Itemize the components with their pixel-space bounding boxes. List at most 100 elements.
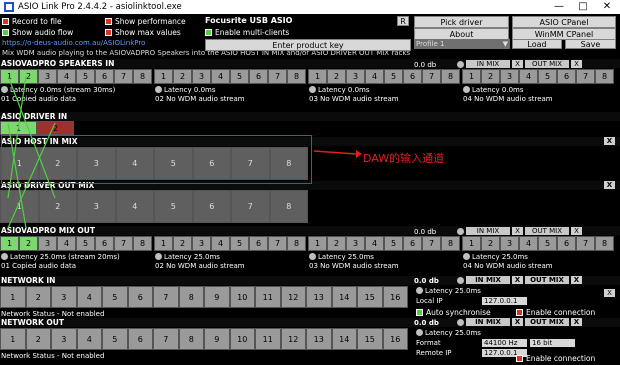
network-in-out-mix-button[interactable]: OUT MIX: [525, 276, 569, 284]
close-icon[interactable]: ✕: [596, 0, 618, 14]
mixout-channel[interactable]: 5: [230, 236, 249, 251]
mixout-channel[interactable]: 6: [403, 236, 422, 251]
driver_out-channel[interactable]: 7: [231, 190, 270, 223]
mixout-channel[interactable]: 8: [287, 236, 306, 251]
network-out-in-mix-button[interactable]: IN MIX: [466, 318, 510, 326]
network_in-channel[interactable]: 1: [0, 286, 26, 308]
speakers-out-mix-button[interactable]: OUT MIX: [525, 60, 569, 68]
network-in-volume-knob[interactable]: [457, 277, 464, 284]
speakers-channel[interactable]: 7: [576, 69, 595, 84]
network-in-x-button[interactable]: X: [512, 276, 523, 284]
auto-sync-option[interactable]: Auto synchronise: [416, 307, 491, 317]
load-button[interactable]: Load: [512, 39, 562, 49]
mixout-channel[interactable]: 4: [365, 236, 384, 251]
network_out-channel[interactable]: 1: [0, 328, 26, 350]
mixout-volume-knob[interactable]: [457, 228, 464, 235]
speakers-channel[interactable]: 7: [268, 69, 287, 84]
network-in-close-button[interactable]: X: [604, 289, 615, 297]
chevron-down-icon[interactable]: ▼: [503, 39, 508, 49]
mixout-channel[interactable]: 2: [173, 236, 192, 251]
network_in-channel[interactable]: 6: [127, 286, 153, 308]
network-in-out-x-button[interactable]: X: [571, 276, 582, 284]
network-in-latency-knob[interactable]: [416, 287, 423, 294]
network_out-channel[interactable]: 11: [255, 328, 281, 350]
network_out-channel[interactable]: 5: [102, 328, 128, 350]
record-checkbox[interactable]: [2, 17, 9, 25]
speakers-channel[interactable]: 2: [173, 69, 192, 84]
network_in-channel[interactable]: 14: [331, 286, 357, 308]
network_in-channel[interactable]: 7: [153, 286, 179, 308]
maximize-icon[interactable]: □: [572, 0, 594, 14]
driver-out-close-button[interactable]: X: [604, 181, 615, 189]
mixout-x-button[interactable]: X: [512, 227, 523, 235]
mixout-channel[interactable]: 6: [95, 236, 114, 251]
speakers-latency-knob[interactable]: [155, 86, 162, 93]
mixout-channel[interactable]: 1: [154, 236, 173, 251]
mixout-channel[interactable]: 1: [462, 236, 481, 251]
speakers-latency-knob[interactable]: [309, 86, 316, 93]
mixout-channel[interactable]: 7: [576, 236, 595, 251]
network_in-channel[interactable]: 11: [255, 286, 281, 308]
minimize-icon[interactable]: —: [548, 0, 570, 14]
mixout-channel[interactable]: 3: [192, 236, 211, 251]
network-in-enable-checkbox[interactable]: [516, 308, 523, 316]
network_in-channel[interactable]: 16: [382, 286, 408, 308]
speakers-channel[interactable]: 4: [211, 69, 230, 84]
mixout-channel[interactable]: 5: [384, 236, 403, 251]
network_out-channel[interactable]: 4: [76, 328, 102, 350]
network-in-in-mix-button[interactable]: IN MIX: [466, 276, 510, 284]
network_out-channel[interactable]: 6: [127, 328, 153, 350]
network_out-channel[interactable]: 12: [280, 328, 306, 350]
mixout-channel[interactable]: 6: [557, 236, 576, 251]
speakers-channel[interactable]: 1: [462, 69, 481, 84]
mixout-channel[interactable]: 8: [133, 236, 152, 251]
network_out-channel[interactable]: 13: [306, 328, 332, 350]
show-audio-flow-option[interactable]: Show audio flow: [2, 27, 73, 37]
network_in-channel[interactable]: 15: [357, 286, 383, 308]
network-out-latency-knob[interactable]: [416, 329, 423, 336]
mixout-channel[interactable]: 3: [38, 236, 57, 251]
network_in-channel[interactable]: 2: [25, 286, 51, 308]
mixout-channel[interactable]: 1: [0, 236, 19, 251]
mixout-channel[interactable]: 8: [441, 236, 460, 251]
network_in-channel[interactable]: 5: [102, 286, 128, 308]
network_out-channel[interactable]: 16: [382, 328, 408, 350]
speakers-channel[interactable]: 3: [192, 69, 211, 84]
speakers-channel[interactable]: 5: [538, 69, 557, 84]
mixout-channel[interactable]: 2: [327, 236, 346, 251]
network_in-channel[interactable]: 13: [306, 286, 332, 308]
network-out-enable-option[interactable]: Enable connection: [516, 353, 595, 363]
mixout-channel[interactable]: 1: [308, 236, 327, 251]
speakers-channel[interactable]: 4: [519, 69, 538, 84]
speakers-channel[interactable]: 5: [384, 69, 403, 84]
speakers-channel[interactable]: 5: [230, 69, 249, 84]
record-to-file-option[interactable]: Record to file: [2, 16, 62, 26]
format-bits-select[interactable]: 16 bit: [530, 339, 575, 347]
network-out-out-x-button[interactable]: X: [571, 318, 582, 326]
speakers-channel[interactable]: 6: [249, 69, 268, 84]
speakers-channel[interactable]: 2: [481, 69, 500, 84]
show-audio-flow-checkbox[interactable]: [2, 28, 9, 36]
enable-multi-clients-option[interactable]: Enable multi-clients: [205, 27, 289, 37]
asio-cpanel-button[interactable]: ASIO CPanel: [512, 16, 616, 28]
host-in-close-button[interactable]: X: [604, 137, 615, 145]
network_out-channel[interactable]: 7: [153, 328, 179, 350]
mixout-channel[interactable]: 5: [76, 236, 95, 251]
mixout-channel[interactable]: 4: [57, 236, 76, 251]
show-max-values-checkbox[interactable]: [105, 28, 112, 36]
mixout-channel[interactable]: 3: [500, 236, 519, 251]
network_in-channel[interactable]: 10: [229, 286, 255, 308]
speakers-in-mix-button[interactable]: IN MIX: [466, 60, 510, 68]
driver_out-channel[interactable]: 5: [154, 190, 193, 223]
mixout-channel[interactable]: 7: [268, 236, 287, 251]
driver_out-channel[interactable]: 8: [269, 190, 308, 223]
speakers-channel[interactable]: 6: [403, 69, 422, 84]
pick-driver-button[interactable]: Pick driver: [414, 16, 509, 28]
format-rate-select[interactable]: 44100 Hz: [482, 339, 527, 347]
show-max-values-option[interactable]: Show max values: [105, 27, 181, 37]
network_out-channel[interactable]: 14: [331, 328, 357, 350]
network_out-channel[interactable]: 2: [25, 328, 51, 350]
mixout-channel[interactable]: 5: [538, 236, 557, 251]
mixout-channel[interactable]: 6: [249, 236, 268, 251]
network-in-enable-option[interactable]: Enable connection: [516, 307, 595, 317]
